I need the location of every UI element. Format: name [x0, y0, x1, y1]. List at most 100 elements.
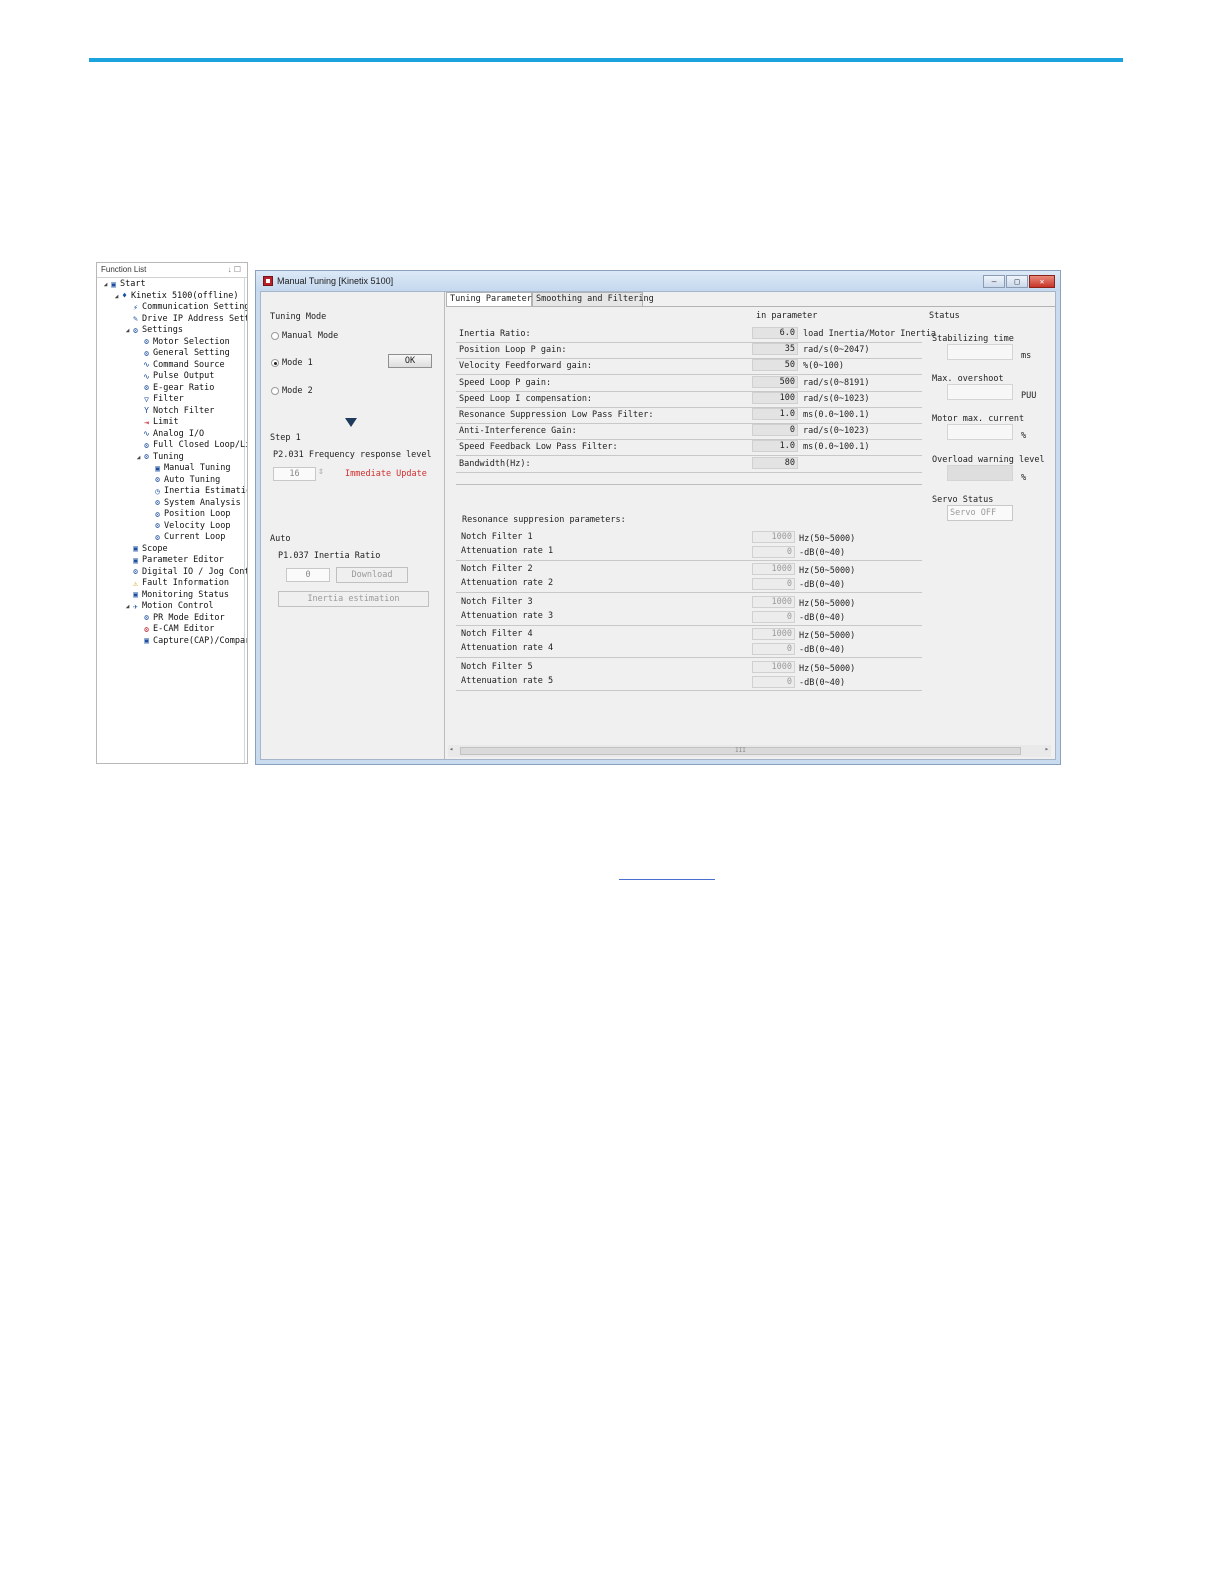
tree-item-label: Motion Control	[142, 601, 214, 611]
tree-item[interactable]: ⚙ Digital IO / Jog Contr	[124, 567, 247, 578]
parameter-value[interactable]: 80	[752, 456, 798, 469]
tree-item[interactable]: ▣ Manual Tuning	[146, 463, 230, 474]
inertia-estimation-button[interactable]: Inertia estimation	[278, 591, 429, 607]
tab-tuning-parameters[interactable]: Tuning Parameters	[446, 292, 537, 307]
parameter-value[interactable]: 1.0	[752, 440, 798, 453]
frequency-response-input[interactable]: 16	[273, 467, 316, 481]
scroll-thumb[interactable]: III	[460, 747, 1021, 755]
tree-item-label: Scope	[142, 543, 168, 554]
tree-item[interactable]: ⚙ System Analysis	[146, 498, 241, 509]
tree-item[interactable]: ⚙ E-gear Ratio	[135, 383, 214, 394]
notch-filter-icon: Y	[144, 406, 149, 415]
notch-frequency-input[interactable]: 1000	[752, 531, 795, 543]
notch-frequency-input[interactable]: 1000	[752, 563, 795, 576]
analog-icon: ∿	[143, 429, 150, 438]
tree-expander-icon[interactable]: ◢	[113, 291, 120, 302]
link-underline[interactable]	[619, 879, 715, 880]
notch-frequency-unit: Hz(50~5000)	[799, 631, 856, 642]
parameter-value[interactable]: 1.0	[752, 408, 798, 420]
tree-item[interactable]: ⚙ E-CAM Editor	[135, 624, 214, 635]
tree-item[interactable]: ▣ Parameter Editor	[124, 555, 224, 566]
gear-icon: ⚙	[144, 348, 149, 358]
tree-item[interactable]: ◢ ✈ Motion Control	[124, 601, 214, 612]
tree-item[interactable]: ⚙ Position Loop	[146, 509, 230, 520]
tree-item[interactable]: ◢ ⚙ Tuning	[135, 452, 184, 463]
tree-item[interactable]: ◢ ⚙ Settings	[124, 325, 183, 336]
tree-item-label: Auto Tuning	[164, 474, 221, 485]
tree-item[interactable]: ∿ Analog I/O	[135, 429, 204, 440]
close-button[interactable]: ✕	[1029, 275, 1055, 288]
ok-button[interactable]: OK	[388, 354, 432, 368]
tree-item[interactable]: ◷ Inertia Estimatic	[146, 486, 247, 497]
mode1-radio[interactable]	[271, 359, 279, 367]
tree-expander-icon[interactable]: ◢	[135, 452, 142, 463]
tree-item[interactable]: ∿ Command Source	[135, 360, 225, 371]
parameter-unit: rad/s(0~2047)	[803, 345, 870, 356]
motor-icon: ⚙	[144, 337, 149, 346]
notch-frequency-input[interactable]: 1000	[752, 628, 795, 641]
tree-item[interactable]: ◢ ▣ Start	[102, 279, 146, 290]
scroll-left-icon[interactable]: ◂	[449, 745, 453, 753]
parameter-unit: rad/s(0~1023)	[803, 426, 870, 437]
tree-item[interactable]: ▣ Capture(CAP)/Compar	[135, 636, 247, 647]
tree-item[interactable]: ⚙ Current Loop	[146, 532, 225, 543]
attenuation-input[interactable]: 0	[752, 675, 795, 688]
attenuation-input[interactable]: 0	[752, 643, 795, 656]
tree-item[interactable]: ⚙ Full Closed Loop/Li	[135, 440, 247, 451]
notch-filter-row: Notch Filter 4 1000 Hz(50~5000) Attenuation…	[456, 626, 922, 659]
attenuation-input[interactable]: 0	[752, 546, 795, 558]
tree-item[interactable]: ⚙ Velocity Loop	[146, 521, 230, 532]
parameter-value[interactable]: 0	[752, 424, 798, 437]
tree-item[interactable]: Y Notch Filter	[135, 406, 214, 417]
tree-item[interactable]: ⚙ Motor Selection	[135, 337, 230, 348]
notch-frequency-unit: Hz(50~5000)	[799, 663, 856, 674]
parameter-value[interactable]: 6.0	[752, 327, 798, 339]
parameter-value[interactable]: 35	[752, 343, 798, 356]
parameter-value[interactable]: 500	[752, 375, 798, 388]
scroll-right-icon[interactable]: ▸	[1045, 745, 1049, 753]
attenuation-input[interactable]: 0	[752, 610, 795, 623]
tree-item[interactable]: ✎ Drive IP Address Setti	[124, 314, 247, 325]
inertia-ratio-input[interactable]: 0	[286, 568, 330, 582]
download-button[interactable]: Download	[336, 567, 408, 583]
tree-item-label: Tuning	[153, 451, 184, 462]
horizontal-scrollbar[interactable]: ◂ III ▸	[448, 745, 1051, 757]
minimize-button[interactable]: —	[983, 275, 1005, 288]
tree-expander-icon[interactable]: ◢	[124, 325, 131, 336]
tree-item[interactable]: ∿ Pulse Output	[135, 371, 214, 382]
pin-icon[interactable]: ↓ ☐	[228, 263, 241, 277]
warning-icon: ⚠	[133, 578, 138, 588]
tree-item[interactable]: ▣ Monitoring Status	[124, 590, 229, 601]
tree-item-label: E-CAM Editor	[153, 624, 215, 634]
tree-item-label: Communication Setting	[142, 302, 248, 312]
attenuation-label: Attenuation rate 3	[461, 610, 554, 621]
status-title: Status	[929, 311, 960, 321]
scope-icon: ▣	[133, 544, 138, 553]
notch-frequency-input[interactable]: 1000	[752, 595, 795, 608]
tree-item[interactable]: ▽ Filter	[135, 394, 184, 405]
tree-expander-icon[interactable]: ◢	[124, 601, 131, 612]
tab-smoothing-filtering[interactable]: Smoothing and Filtering	[532, 292, 654, 306]
manual-mode-radio[interactable]	[271, 332, 279, 340]
tree-item[interactable]: ⚙ PR Mode Editor	[135, 613, 225, 624]
tree-item[interactable]: ▣ Scope	[124, 544, 168, 555]
parameter-value[interactable]: 50	[752, 359, 798, 372]
attenuation-label: Attenuation rate 5	[461, 675, 554, 686]
parameter-value[interactable]: 100	[752, 391, 798, 404]
tree-item[interactable]: ⚙ General Setting	[135, 348, 230, 359]
tree-item[interactable]: ⚙ Auto Tuning	[146, 475, 220, 486]
tree-expander-icon[interactable]: ◢	[102, 279, 109, 290]
maximize-button[interactable]: □	[1006, 275, 1028, 288]
attenuation-input[interactable]: 0	[752, 578, 795, 591]
manual-mode-label: Manual Mode	[282, 331, 339, 341]
start-icon: ▣	[111, 279, 116, 289]
mode2-radio[interactable]	[271, 387, 279, 395]
notch-frequency-input[interactable]: 1000	[752, 660, 795, 673]
tree-item[interactable]: ⇥ Limit	[135, 417, 179, 428]
tree-item[interactable]: ⚠ Fault Information	[124, 578, 229, 589]
attenuation-label: Attenuation rate 2	[461, 578, 554, 589]
tree-item[interactable]: ⚡ Communication Setting	[124, 302, 248, 313]
spin-icon[interactable]: ⇕	[318, 466, 324, 477]
in-parameter-header: in parameter	[756, 311, 818, 321]
tree-item[interactable]: ◢ ♦ Kinetix 5100(offline)	[113, 291, 239, 302]
